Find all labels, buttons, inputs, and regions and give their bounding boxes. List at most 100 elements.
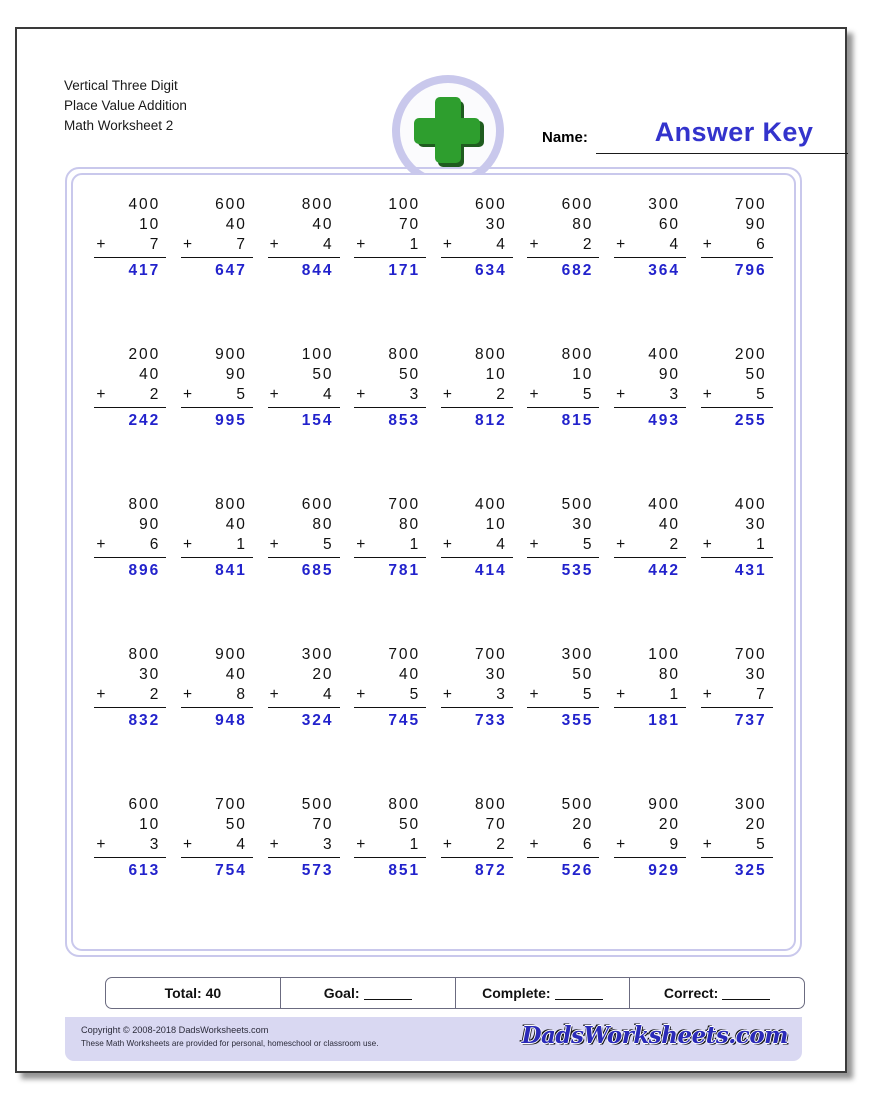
problem-grid: 400 10 +7 417 600 40 +7 647 800 40 +4 844 100 70 +1 171… <box>87 195 780 939</box>
addend-hundreds: 300 <box>301 646 334 663</box>
plus-operator: + <box>442 236 452 253</box>
plus-operator: + <box>182 236 192 253</box>
plus-operator: + <box>702 386 712 403</box>
score-box[interactable]: Correct: <box>630 978 804 1008</box>
sum-rule <box>527 557 600 558</box>
answer-sum: 154 <box>301 412 334 429</box>
addition-problem: 600 80 +5 685 <box>267 495 340 581</box>
addend-ones: 2 <box>149 686 161 703</box>
addend-ones-row: +7 <box>701 685 773 705</box>
problem-cell: 800 50 +3 853 <box>347 345 434 495</box>
addition-problem: 700 80 +1 781 <box>354 495 427 581</box>
addition-problem: 300 60 +4 364 <box>614 195 687 281</box>
worksheet-title: Vertical Three Digit Place Value Additio… <box>64 76 187 136</box>
answer-sum: 647 <box>215 262 247 279</box>
addend-hundreds: 300 <box>561 646 594 663</box>
addition-problem: 400 40 +2 442 <box>614 495 687 581</box>
addition-problem: 800 50 +1 851 <box>354 795 427 881</box>
problem-cell: 400 10 +4 414 <box>434 495 521 645</box>
addend-ones-row: +5 <box>527 535 599 555</box>
score-write-blank[interactable] <box>554 987 603 1000</box>
addend-ones: 3 <box>669 386 681 403</box>
name-label: Name: <box>542 129 588 146</box>
addend-ones: 1 <box>409 836 421 853</box>
addend-ones-row: +1 <box>181 535 253 555</box>
problem-cell: 800 70 +2 872 <box>434 795 521 945</box>
addend-hundreds: 800 <box>474 796 507 813</box>
addend-tens: 10 <box>139 216 161 233</box>
answer-sum: 995 <box>215 412 247 429</box>
addend-hundreds: 800 <box>128 496 161 513</box>
addend-ones: 5 <box>322 536 334 553</box>
addend-tens: 70 <box>485 816 507 833</box>
addend-ones-row: +2 <box>614 535 686 555</box>
addend-hundreds: 800 <box>388 796 421 813</box>
addition-problem: 100 50 +4 154 <box>267 345 340 431</box>
addend-tens: 20 <box>572 816 594 833</box>
addend-tens: 80 <box>658 666 681 683</box>
sum-rule <box>614 707 687 708</box>
addend-tens: 20 <box>745 816 767 833</box>
addition-problem: 600 10 +3 613 <box>94 795 167 881</box>
problem-cell: 300 50 +5 355 <box>520 645 607 795</box>
plus-operator: + <box>702 536 712 553</box>
sum-rule <box>527 257 600 258</box>
answer-sum: 634 <box>474 262 507 279</box>
score-write-blank[interactable] <box>722 987 771 1000</box>
addend-ones: 1 <box>409 236 421 253</box>
sum-rule <box>440 257 513 258</box>
addition-problem: 600 80 +2 682 <box>527 195 600 281</box>
addition-problem: 800 70 +2 872 <box>440 795 513 881</box>
sum-rule <box>354 407 427 408</box>
addend-ones: 4 <box>669 236 681 253</box>
plus-operator: + <box>356 236 366 253</box>
addition-problem: 700 30 +3 733 <box>440 645 513 731</box>
problem-cell: 800 10 +2 812 <box>434 345 521 495</box>
score-bar: Total: 40 Goal: Complete: Correct: <box>105 977 805 1009</box>
addition-problem: 700 90 +6 796 <box>700 195 773 281</box>
addend-ones: 1 <box>756 536 767 553</box>
plus-operator: + <box>96 836 106 853</box>
addend-ones: 7 <box>756 686 767 703</box>
name-field-area: Name: Answer Key <box>542 117 848 163</box>
worksheet-page: Vertical Three Digit Place Value Additio… <box>15 27 848 1073</box>
answer-sum: 417 <box>128 262 161 279</box>
answer-sum: 685 <box>301 562 334 579</box>
sum-rule <box>527 407 600 408</box>
addend-hundreds: 400 <box>734 496 767 513</box>
problem-cell: 700 30 +3 733 <box>434 645 521 795</box>
addend-hundreds: 800 <box>215 496 247 513</box>
addend-ones-row: +2 <box>94 685 166 705</box>
addend-ones: 6 <box>149 536 161 553</box>
problem-cell: 400 90 +3 493 <box>607 345 694 495</box>
plus-operator: + <box>442 686 452 703</box>
site-logo[interactable]: DadsWorksheets.com <box>522 1022 789 1049</box>
plus-operator: + <box>702 686 712 703</box>
plus-operator: + <box>356 836 366 853</box>
name-write-line[interactable] <box>596 153 848 154</box>
addend-ones: 8 <box>236 686 247 703</box>
answer-sum: 171 <box>388 262 421 279</box>
score-box[interactable]: Goal: <box>281 978 456 1008</box>
addend-ones-row: +5 <box>701 835 773 855</box>
sum-rule <box>94 257 167 258</box>
title-line-3: Math Worksheet 2 <box>64 118 174 133</box>
usage-text: These Math Worksheets are provided for p… <box>81 1039 379 1048</box>
addend-ones: 5 <box>756 836 767 853</box>
plus-operator: + <box>269 686 279 703</box>
addend-tens: 50 <box>572 666 594 683</box>
addend-ones: 4 <box>322 236 334 253</box>
addend-hundreds: 500 <box>301 796 334 813</box>
problem-row: 400 10 +7 417 600 40 +7 647 800 40 +4 844 100 70 +1 171… <box>87 195 780 345</box>
addend-hundreds: 200 <box>128 346 161 363</box>
addition-problem: 600 40 +7 647 <box>180 195 253 281</box>
score-write-blank[interactable] <box>363 987 412 1000</box>
addition-problem: 100 70 +1 171 <box>354 195 427 281</box>
plus-operator: + <box>356 686 366 703</box>
sum-rule <box>267 257 340 258</box>
addition-problem: 800 10 +2 812 <box>440 345 513 431</box>
score-box[interactable]: Complete: <box>456 978 631 1008</box>
addition-problem: 700 30 +7 737 <box>700 645 773 731</box>
addend-ones: 6 <box>582 836 594 853</box>
sum-rule <box>94 707 167 708</box>
